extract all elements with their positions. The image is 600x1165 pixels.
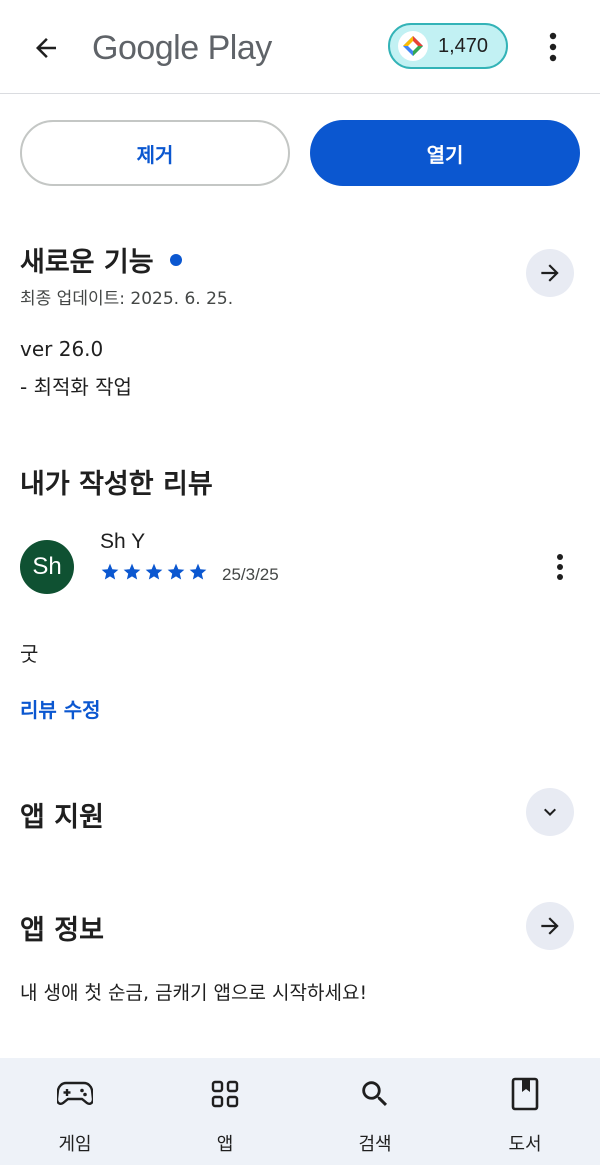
open-button[interactable]: 열기 bbox=[310, 120, 580, 186]
star-rating bbox=[100, 562, 208, 584]
nav-item-apps[interactable]: 앱 bbox=[150, 1058, 300, 1165]
play-points-chip[interactable]: 1,470 bbox=[388, 23, 508, 69]
whats-new-title: 새로운 기능 bbox=[20, 247, 154, 278]
whats-new-arrow-button[interactable] bbox=[526, 249, 574, 297]
nav-label-books: 도서 bbox=[508, 1134, 542, 1155]
nav-label-search: 검색 bbox=[358, 1134, 392, 1155]
review-more-button[interactable] bbox=[548, 550, 572, 584]
play-points-value: 1,470 bbox=[438, 34, 489, 57]
nav-label-apps: 앱 bbox=[216, 1134, 234, 1155]
book-icon bbox=[500, 1074, 550, 1114]
arrow-forward-icon bbox=[541, 264, 559, 282]
version-text: ver 26.0 bbox=[20, 337, 104, 361]
my-review-title: 내가 작성한 리뷰 bbox=[20, 469, 213, 500]
review-date: 25/3/25 bbox=[222, 565, 279, 584]
nav-item-books[interactable]: 도서 bbox=[450, 1058, 600, 1165]
uninstall-button[interactable]: 제거 bbox=[20, 120, 290, 186]
more-options-button[interactable] bbox=[530, 24, 576, 70]
app-support-expand-button[interactable] bbox=[526, 788, 574, 836]
nav-label-games: 게임 bbox=[58, 1134, 92, 1155]
header-divider bbox=[0, 93, 600, 94]
google-play-logo-text: Google Play bbox=[92, 29, 272, 67]
arrow-forward-icon bbox=[541, 917, 559, 935]
avatar: Sh bbox=[20, 540, 74, 594]
nav-item-search[interactable]: 검색 bbox=[300, 1058, 450, 1165]
arrow-back-icon bbox=[36, 38, 56, 58]
apps-grid-icon bbox=[200, 1074, 250, 1114]
gamepad-icon bbox=[50, 1074, 100, 1114]
star-icon bbox=[145, 563, 163, 580]
app-info-title[interactable]: 앱 정보 bbox=[20, 908, 104, 947]
star-icon bbox=[123, 563, 141, 580]
play-points-icon bbox=[398, 31, 428, 61]
review-text: 굿 bbox=[20, 642, 39, 666]
star-icon bbox=[101, 563, 119, 580]
star-icon bbox=[189, 563, 207, 580]
search-icon bbox=[350, 1074, 400, 1114]
back-button[interactable] bbox=[22, 24, 70, 72]
last-updated-text: 최종 업데이트: 2025. 6. 25. bbox=[20, 289, 234, 309]
more-vert-icon bbox=[549, 32, 557, 62]
review-author-name: Sh Y bbox=[100, 530, 146, 553]
release-notes-text: - 최적화 작업 bbox=[20, 375, 132, 399]
more-vert-icon bbox=[557, 554, 563, 580]
app-support-title[interactable]: 앱 지원 bbox=[20, 795, 104, 834]
nav-item-games[interactable]: 게임 bbox=[0, 1058, 150, 1165]
edit-review-link[interactable]: 리뷰 수정 bbox=[20, 694, 101, 723]
app-bar: Google Play 1,470 bbox=[0, 0, 600, 94]
app-info-arrow-button[interactable] bbox=[526, 902, 574, 950]
app-description: 내 생애 첫 순금, 금캐기 앱으로 시작하세요! bbox=[20, 982, 368, 1004]
chevron-down-icon bbox=[544, 808, 556, 816]
star-icon bbox=[167, 563, 185, 580]
bottom-navigation: 게임 앱 검색 도서 bbox=[0, 1058, 600, 1165]
new-indicator-dot bbox=[170, 254, 182, 266]
